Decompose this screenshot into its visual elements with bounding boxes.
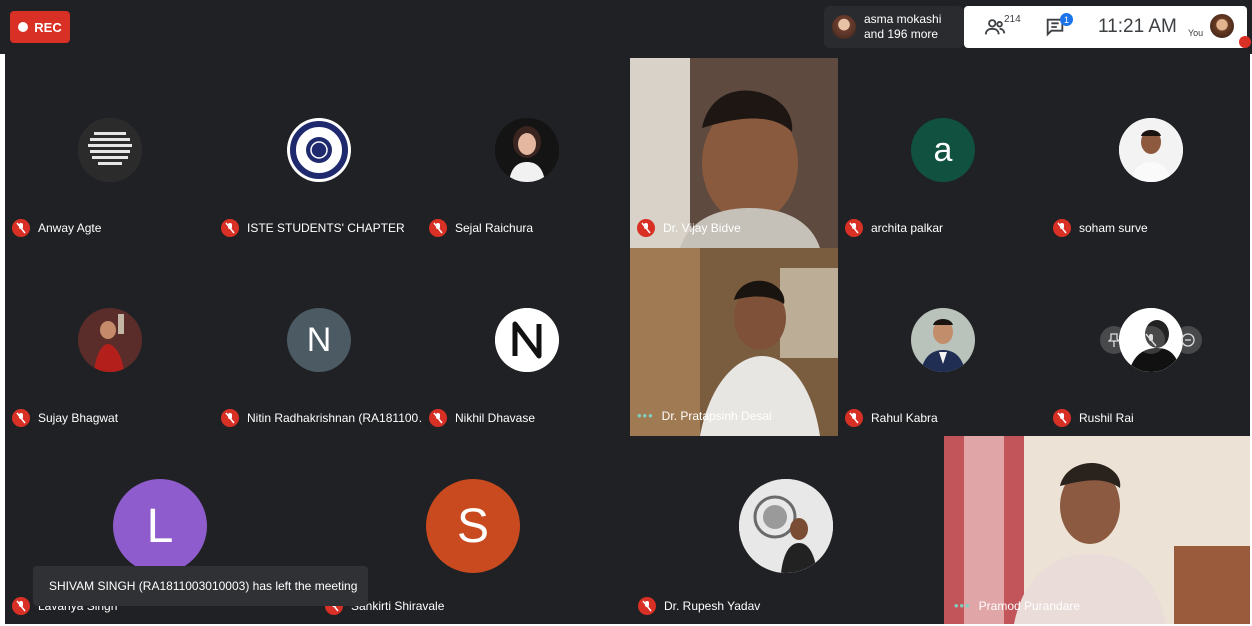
record-dot-icon — [18, 22, 29, 32]
mic-off-icon — [1053, 409, 1071, 427]
self-mic-off-icon — [1239, 36, 1251, 48]
mic-off-icon — [12, 409, 30, 427]
participant-name: soham surve — [1079, 221, 1148, 235]
participant-name: Anway Agte — [38, 221, 102, 235]
mic-off-icon — [429, 409, 447, 427]
people-count: 214 — [1004, 14, 1021, 25]
avatar-image — [911, 308, 975, 372]
meeting-top-bar: REC asma mokashi and 196 more 214 1 11:2… — [0, 0, 1252, 54]
participant-video-tile[interactable]: ••• Pramod Purandare — [944, 436, 1250, 624]
letter-n-logo-icon — [495, 308, 559, 372]
participant-video-tile-speaking[interactable]: ••• Dr. Pratapsinh Desai — [630, 248, 838, 436]
participant-name: Pramod Purandare — [978, 598, 1081, 613]
avatar: S — [426, 479, 520, 573]
mic-off-icon — [221, 219, 239, 237]
people-button[interactable]: 214 — [984, 14, 1021, 40]
avatar-initial: L — [146, 499, 174, 553]
mic-off-icon — [1053, 219, 1071, 237]
participant-name: Nikhil Dhavase — [455, 411, 536, 425]
avatar-image — [1119, 118, 1183, 182]
participant-name: Nitin Radhakrishnan (RA181100… — [247, 411, 422, 425]
mic-off-icon — [637, 219, 655, 237]
presence-more: and 196 more — [864, 27, 939, 41]
people-icon — [984, 19, 1006, 35]
participant-name: Rushil Rai — [1079, 411, 1134, 425]
avatar — [78, 118, 142, 182]
recording-indicator[interactable]: REC — [10, 11, 70, 43]
participant-video-tile[interactable]: Dr. Vijay Bidve — [630, 58, 838, 248]
mic-off-icon — [638, 597, 656, 615]
avatar — [495, 118, 559, 182]
avatar — [287, 118, 351, 182]
avatar-image — [495, 118, 559, 182]
avatar: L — [113, 479, 207, 573]
participant-name: Sujay Bhagwat — [38, 411, 119, 425]
pin-icon — [1108, 333, 1120, 347]
pin-button[interactable] — [1100, 326, 1128, 354]
participant-name: ISTE STUDENTS' CHAPTER — [247, 221, 405, 235]
avatar-image — [78, 308, 142, 372]
participant-name: Rahul Kabra — [871, 411, 938, 425]
participant-tile[interactable]: Rahul Kabra — [838, 244, 1046, 434]
avatar-initial: a — [933, 130, 953, 169]
participant-name: archita palkar — [871, 221, 944, 235]
avatar — [832, 15, 856, 39]
speaking-indicator-icon: ••• — [637, 408, 654, 423]
avatar — [1119, 118, 1183, 182]
participant-name: Dr. Vijay Bidve — [663, 221, 741, 235]
iste-logo-icon — [289, 120, 349, 180]
chat-badge: 1 — [1060, 13, 1073, 26]
avatar: N — [287, 308, 351, 372]
participant-tile[interactable]: soham surve — [1046, 54, 1250, 244]
clock: 11:21 AM — [1098, 16, 1177, 37]
rec-label: REC — [34, 19, 62, 35]
speaking-indicator-icon: ••• — [954, 598, 971, 613]
participant-name: Dr. Rupesh Yadav — [664, 599, 761, 613]
presence-notification[interactable]: asma mokashi and 196 more — [824, 6, 964, 48]
avatar — [911, 308, 975, 372]
participant-tile[interactable]: Anway Agte — [5, 54, 214, 244]
participant-tile[interactable]: Sujay Bhagwat — [5, 244, 214, 434]
remove-participant-button[interactable] — [1174, 326, 1202, 354]
meeting-tray: 214 1 11:21 AM You — [964, 6, 1251, 48]
avatar: a — [911, 118, 975, 182]
avatar-image — [739, 479, 833, 573]
participant-tile[interactable]: Rushil Rai — [1046, 244, 1250, 434]
avatar — [78, 308, 142, 372]
participant-tile[interactable]: ISTE STUDENTS' CHAPTER — [214, 54, 422, 244]
avatar-initial: N — [306, 320, 332, 359]
mic-off-icon — [429, 219, 447, 237]
avatar-image — [78, 118, 142, 182]
avatar-initial: S — [456, 499, 489, 553]
participant-name: Dr. Pratapsinh Desai — [661, 408, 772, 423]
participant-tile[interactable]: Sejal Raichura — [422, 54, 630, 244]
participant-tile[interactable]: Nikhil Dhavase — [422, 244, 630, 434]
mic-off-icon — [845, 409, 863, 427]
mic-off-icon — [12, 597, 30, 615]
mic-off-icon — [1145, 333, 1157, 347]
mute-participant-button[interactable] — [1137, 326, 1165, 354]
participant-tile[interactable]: N Nitin Radhakrishnan (RA181100… — [214, 244, 422, 434]
mic-off-icon — [221, 409, 239, 427]
presence-name: asma mokashi — [864, 12, 942, 26]
participant-left-toast: SHIVAM SINGH (RA1811003010003) has left … — [33, 566, 368, 606]
participant-tile[interactable]: a archita palkar — [838, 54, 1046, 244]
participant-tile[interactable]: Dr. Rupesh Yadav — [631, 434, 944, 624]
remove-icon — [1181, 333, 1195, 347]
avatar — [495, 308, 559, 372]
video-grid: Anway Agte ISTE STUDENTS' CHAPTER Sejal … — [5, 54, 1250, 624]
you-label: You — [1188, 28, 1204, 38]
self-avatar[interactable] — [1210, 14, 1234, 38]
avatar — [739, 479, 833, 573]
participant-name: Sejal Raichura — [455, 221, 534, 235]
video-frame — [944, 436, 1250, 624]
mic-off-icon — [845, 219, 863, 237]
chat-button[interactable]: 1 — [1044, 13, 1074, 40]
mic-off-icon — [12, 219, 30, 237]
